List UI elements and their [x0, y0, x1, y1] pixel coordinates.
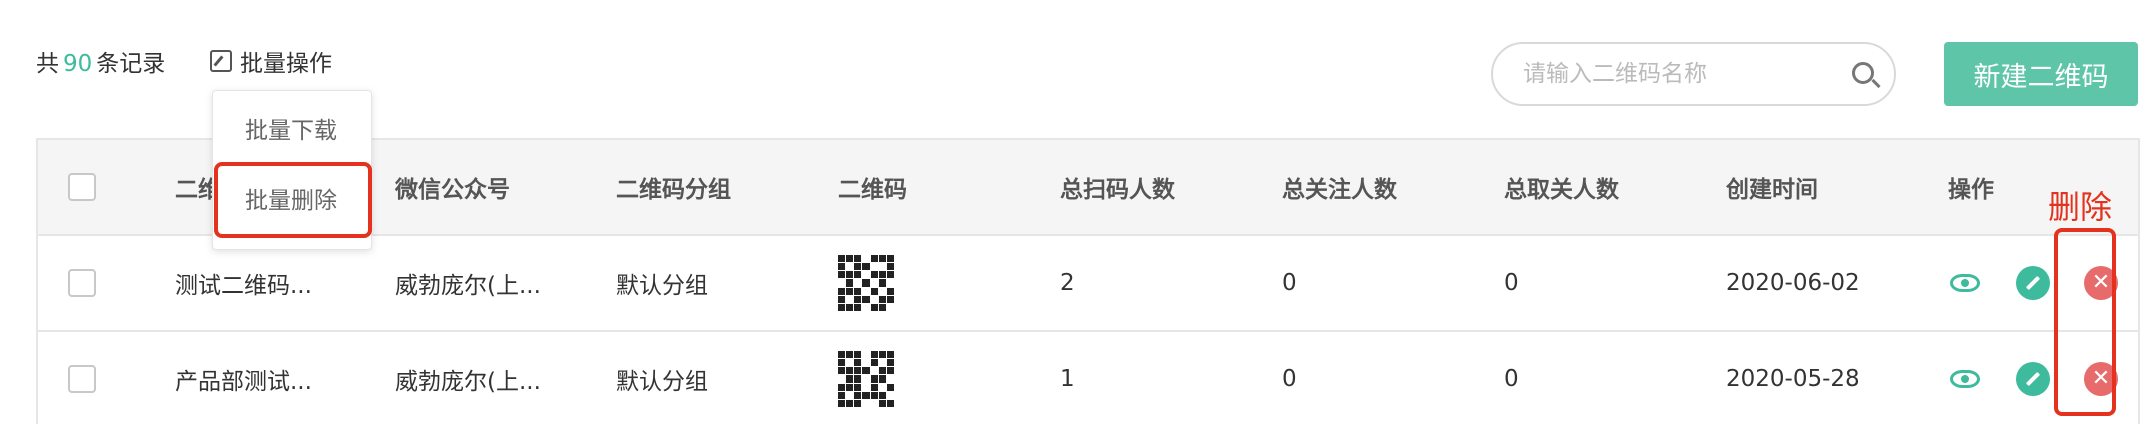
qr-code-icon[interactable] — [838, 255, 894, 311]
row-scans: 2 — [1060, 270, 1075, 296]
row-unfollows: 0 — [1504, 270, 1519, 296]
row-follows: 0 — [1282, 270, 1297, 296]
table-row: 产品部测试... 威勃庞尔(上... 默认分组 1 0 0 2020-05-28… — [38, 332, 2138, 424]
row-checkbox[interactable] — [68, 269, 96, 297]
view-button[interactable] — [1948, 362, 1982, 396]
row-account: 威勃庞尔(上... — [395, 369, 541, 395]
table-row: 测试二维码... 威勃庞尔(上... 默认分组 2 0 0 2020-06-02… — [38, 236, 2138, 332]
record-count: 共 90 条记录 — [36, 44, 165, 78]
row-select-cell[interactable] — [68, 236, 96, 330]
edit-button[interactable] — [2016, 266, 2050, 300]
row-qrcode[interactable] — [838, 236, 894, 330]
row-unfollows: 0 — [1504, 366, 1519, 392]
row-group: 默认分组 — [616, 369, 708, 395]
batch-download-item[interactable]: 批量下载 — [245, 111, 337, 145]
row-created: 2020-06-02 — [1726, 270, 1860, 296]
select-all-cell[interactable] — [68, 140, 96, 234]
delete-button[interactable]: ✕ — [2084, 266, 2118, 300]
row-created: 2020-05-28 — [1726, 366, 1860, 392]
select-all-checkbox[interactable] — [68, 173, 96, 201]
search-box[interactable] — [1491, 42, 1896, 106]
delete-annotation-label: 删除 — [2048, 188, 2113, 226]
batch-delete-item[interactable]: 批量删除 — [245, 181, 337, 215]
row-group: 默认分组 — [616, 273, 708, 299]
row-follows: 0 — [1282, 366, 1297, 392]
new-qrcode-button[interactable]: 新建二维码 — [1944, 42, 2138, 106]
row-actions: ✕ — [1948, 236, 2118, 330]
count-value: 90 — [63, 51, 93, 77]
row-select-cell[interactable] — [68, 332, 96, 424]
row-name: 产品部测试... — [175, 369, 312, 395]
col-group: 二维码分组 — [616, 177, 731, 203]
batch-dropdown-menu: 批量下载 批量删除 — [212, 90, 372, 250]
row-actions: ✕ — [1948, 332, 2118, 424]
search-icon[interactable] — [1852, 62, 1874, 84]
search-input[interactable] — [1523, 54, 1843, 94]
col-scans: 总扫码人数 — [1060, 177, 1175, 203]
row-qrcode[interactable] — [838, 332, 894, 424]
col-unfollows: 总取关人数 — [1504, 177, 1619, 203]
eye-icon — [1950, 274, 1980, 292]
qr-code-icon[interactable] — [838, 351, 894, 407]
edit-button[interactable] — [2016, 362, 2050, 396]
row-scans: 1 — [1060, 366, 1075, 392]
col-follows: 总关注人数 — [1282, 177, 1397, 203]
col-actions: 操作 — [1948, 177, 1994, 203]
delete-button[interactable]: ✕ — [2084, 362, 2118, 396]
row-name: 测试二维码... — [175, 273, 312, 299]
row-account: 威勃庞尔(上... — [395, 273, 541, 299]
edit-square-icon — [210, 50, 232, 72]
view-button[interactable] — [1948, 266, 1982, 300]
col-qrcode: 二维码 — [838, 177, 907, 203]
batch-operation-button[interactable]: 批量操作 — [210, 44, 332, 78]
batch-operation-label: 批量操作 — [240, 51, 332, 77]
eye-icon — [1950, 370, 1980, 388]
row-checkbox[interactable] — [68, 365, 96, 393]
col-account: 微信公众号 — [395, 177, 510, 203]
count-suffix: 条记录 — [96, 51, 166, 77]
col-created: 创建时间 — [1726, 177, 1818, 203]
count-prefix: 共 — [36, 51, 59, 77]
